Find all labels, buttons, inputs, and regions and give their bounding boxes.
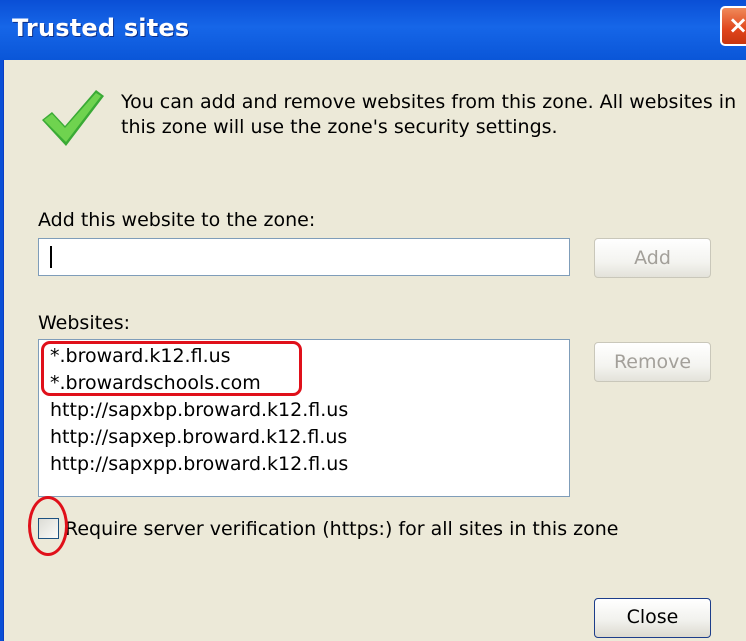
add-button[interactable]: Add	[594, 238, 711, 278]
check-icon	[42, 90, 104, 146]
dialog-title: Trusted sites	[12, 14, 190, 42]
close-icon: ×	[728, 11, 746, 39]
list-item[interactable]: http://sapxbp.broward.k12.fl.us	[39, 397, 569, 424]
trusted-sites-dialog: Trusted sites × You can add and remove w…	[0, 0, 746, 641]
verification-checkbox[interactable]	[38, 518, 59, 539]
websites-list[interactable]: *.broward.k12.fl.us *.browardschools.com…	[38, 339, 570, 497]
title-close-button[interactable]: ×	[720, 6, 746, 46]
info-text: You can add and remove websites from thi…	[121, 91, 737, 138]
list-item[interactable]: *.browardschools.com	[39, 370, 569, 397]
remove-button[interactable]: Remove	[594, 342, 711, 382]
websites-label: Websites:	[38, 312, 131, 334]
add-website-label: Add this website to the zone:	[38, 209, 316, 231]
title-bar[interactable]: Trusted sites ×	[0, 0, 746, 60]
close-button[interactable]: Close	[594, 598, 711, 638]
text-caret	[50, 246, 52, 268]
website-input[interactable]	[38, 238, 570, 276]
list-item[interactable]: *.broward.k12.fl.us	[39, 343, 569, 370]
dialog-body: You can add and remove websites from thi…	[3, 60, 746, 641]
list-item[interactable]: http://sapxep.broward.k12.fl.us	[39, 424, 569, 451]
verification-label[interactable]: Require server verification (https:) for…	[65, 517, 618, 541]
list-item[interactable]: http://sapxpp.broward.k12.fl.us	[39, 451, 569, 478]
